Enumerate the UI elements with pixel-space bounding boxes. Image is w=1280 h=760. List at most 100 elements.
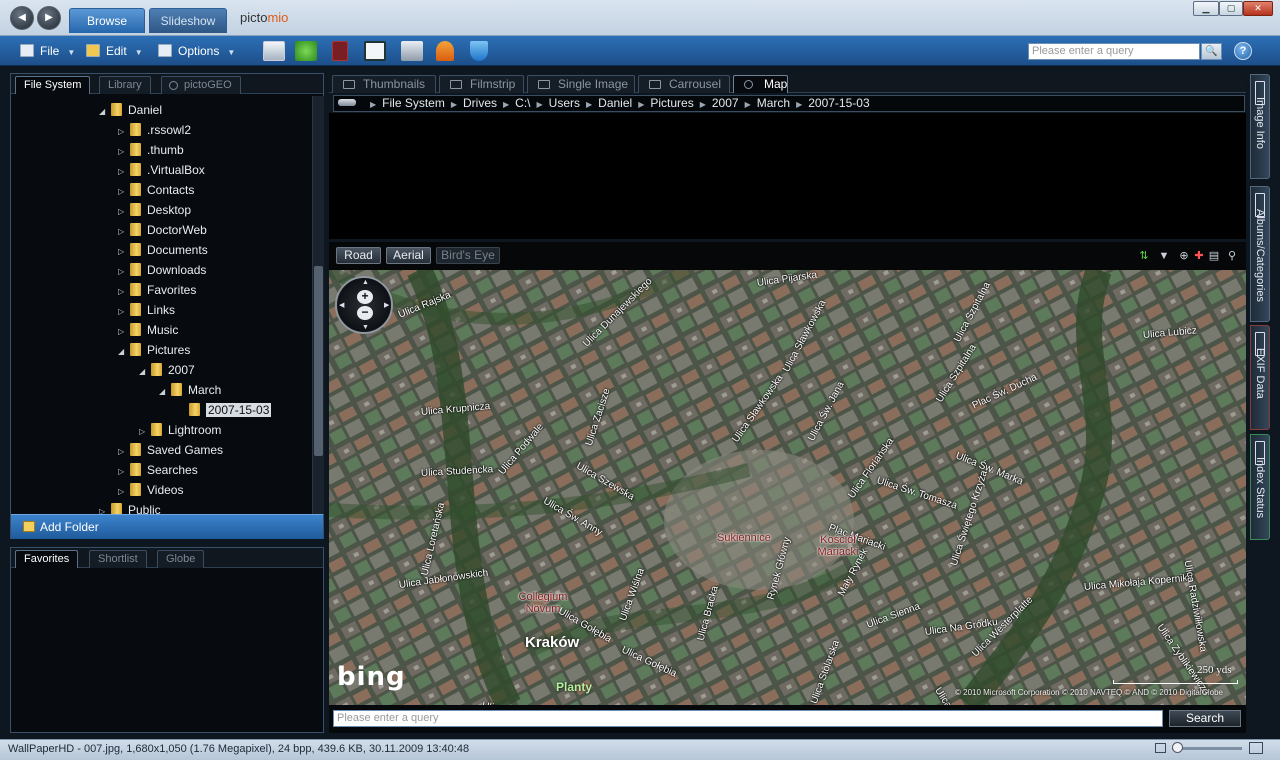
breadcrumb-item[interactable]: March bbox=[757, 96, 790, 110]
collapsed-arrow-icon[interactable]: ▷ bbox=[118, 183, 130, 201]
poi-sukiennice[interactable]: Sukiennice bbox=[717, 532, 771, 544]
slider-knob[interactable] bbox=[1172, 742, 1183, 753]
map-sync-button[interactable]: ⇅ bbox=[1138, 250, 1150, 262]
pan-left-icon[interactable]: ◀ bbox=[339, 301, 344, 309]
tree-item[interactable]: 2007-15-03 bbox=[177, 401, 272, 419]
tab-thumbnails[interactable]: Thumbnails bbox=[332, 75, 436, 93]
map-add-pin-button[interactable]: ⊕ bbox=[1178, 250, 1190, 262]
collapsed-arrow-icon[interactable]: ▷ bbox=[118, 323, 130, 341]
collapsed-arrow-icon[interactable]: ▷ bbox=[118, 123, 130, 141]
tab-browse[interactable]: Browse bbox=[69, 8, 145, 33]
forward-button[interactable]: ▶ bbox=[37, 6, 61, 30]
search-input[interactable]: Please enter a query bbox=[1028, 43, 1200, 60]
map-search-button[interactable]: Search bbox=[1169, 710, 1241, 727]
tab-filmstrip[interactable]: Filmstrip bbox=[439, 75, 524, 93]
tree-item[interactable]: ▷ .VirtualBox bbox=[118, 161, 205, 179]
tree-item[interactable]: ▷ DoctorWeb bbox=[118, 221, 207, 239]
tree-item[interactable]: ▷ .thumb bbox=[118, 141, 184, 159]
tab-shortlist[interactable]: Shortlist bbox=[89, 550, 147, 568]
tab-library[interactable]: Library bbox=[99, 76, 151, 94]
tree-item[interactable]: ▷ Contacts bbox=[118, 181, 194, 199]
collapsed-arrow-icon[interactable]: ▷ bbox=[118, 163, 130, 181]
tab-slideshow[interactable]: Slideshow bbox=[149, 8, 227, 33]
tree-item[interactable]: ◢ March bbox=[159, 381, 221, 399]
side-tab-image-info[interactable]: Image Info bbox=[1250, 74, 1270, 179]
tree-item[interactable]: ▷ Searches bbox=[118, 461, 198, 479]
collapsed-arrow-icon[interactable]: ▷ bbox=[118, 303, 130, 321]
collapsed-arrow-icon[interactable]: ▷ bbox=[118, 443, 130, 461]
tab-pictogeo[interactable]: pictoGEO bbox=[161, 76, 241, 94]
breadcrumb-item[interactable]: Users bbox=[549, 96, 580, 110]
collapsed-arrow-icon[interactable]: ▷ bbox=[139, 423, 151, 441]
tab-file-system[interactable]: File System bbox=[15, 76, 91, 94]
aerial-view-button[interactable]: Aerial bbox=[386, 247, 431, 264]
side-tab-albums[interactable]: Albums/Categories bbox=[1250, 186, 1270, 322]
tree-item[interactable]: ◢ 2007 bbox=[139, 361, 195, 379]
tab-favorites[interactable]: Favorites bbox=[15, 550, 79, 568]
fullscreen-button[interactable] bbox=[364, 41, 386, 61]
tree-item[interactable]: ▷ Favorites bbox=[118, 281, 196, 299]
maximize-button[interactable]: ▢ bbox=[1219, 1, 1243, 16]
map-layers-button[interactable]: ▤ bbox=[1208, 250, 1220, 262]
collapsed-arrow-icon[interactable]: ▷ bbox=[118, 143, 130, 161]
options-menu[interactable]: Options ▼ bbox=[158, 41, 235, 61]
small-thumbnail-icon[interactable] bbox=[1155, 743, 1166, 753]
breadcrumb-item[interactable]: Drives bbox=[463, 96, 497, 110]
tree-item[interactable]: ▷ Public bbox=[99, 501, 161, 514]
tab-single-image[interactable]: Single Image bbox=[527, 75, 635, 93]
tree-item[interactable]: ▷ Lightroom bbox=[139, 421, 221, 439]
stop-button[interactable] bbox=[332, 41, 348, 61]
road-view-button[interactable]: Road bbox=[336, 247, 381, 264]
tree-item[interactable]: ▷ Desktop bbox=[118, 201, 191, 219]
zoom-in-button[interactable]: + bbox=[357, 290, 373, 304]
breadcrumb-item[interactable]: 2007 bbox=[712, 96, 739, 110]
expanded-arrow-icon[interactable]: ◢ bbox=[159, 383, 171, 401]
expanded-arrow-icon[interactable]: ◢ bbox=[99, 103, 111, 121]
poi-collegium-novum[interactable]: Collegium Novum bbox=[515, 591, 571, 615]
tree-item[interactable]: ▷ Downloads bbox=[118, 261, 206, 279]
collapsed-arrow-icon[interactable]: ▷ bbox=[118, 483, 130, 501]
tree-item[interactable]: ▷ Saved Games bbox=[118, 441, 223, 459]
sync-button[interactable] bbox=[295, 41, 317, 61]
map-zoom-button[interactable]: ⚲ bbox=[1226, 250, 1238, 262]
collapsed-arrow-icon[interactable]: ▷ bbox=[118, 203, 130, 221]
tree-item[interactable]: ▷ .rssowl2 bbox=[118, 121, 191, 139]
collapsed-arrow-icon[interactable]: ▷ bbox=[118, 263, 130, 281]
upload-button[interactable] bbox=[436, 41, 454, 61]
pan-up-icon[interactable]: ▲ bbox=[362, 279, 369, 286]
back-button[interactable]: ◀ bbox=[10, 6, 34, 30]
large-thumbnail-icon[interactable] bbox=[1249, 742, 1263, 754]
tab-map[interactable]: Map bbox=[733, 75, 788, 93]
breadcrumb-item[interactable]: File System bbox=[382, 96, 445, 110]
collapsed-arrow-icon[interactable]: ▷ bbox=[118, 463, 130, 481]
aerial-map[interactable]: Ulica Pijarska Ulica Dunajewskiego Ulica S… bbox=[329, 270, 1246, 705]
edit-menu[interactable]: Edit ▼ bbox=[86, 41, 143, 61]
collapsed-arrow-icon[interactable]: ▷ bbox=[99, 503, 111, 514]
import-button[interactable] bbox=[263, 41, 285, 61]
breadcrumb-item[interactable]: C:\ bbox=[515, 96, 530, 110]
minimize-button[interactable]: ▁ bbox=[1193, 1, 1219, 16]
download-button[interactable] bbox=[470, 41, 488, 61]
map-search-input[interactable]: Please enter a query bbox=[333, 710, 1163, 727]
pan-down-icon[interactable]: ▼ bbox=[362, 324, 369, 331]
map-filter-button[interactable]: ▼ bbox=[1158, 250, 1170, 262]
print-button[interactable] bbox=[401, 41, 423, 61]
side-tab-index-status[interactable]: Index Status bbox=[1250, 434, 1270, 540]
tree-scrollbar[interactable] bbox=[312, 96, 324, 514]
expanded-arrow-icon[interactable]: ◢ bbox=[139, 363, 151, 381]
tree-item[interactable]: ▷ Links bbox=[118, 301, 175, 319]
search-button[interactable]: 🔍 bbox=[1201, 43, 1222, 60]
breadcrumb-item[interactable]: 2007-15-03 bbox=[808, 96, 869, 110]
collapsed-arrow-icon[interactable]: ▷ bbox=[118, 283, 130, 301]
add-folder-button[interactable]: Add Folder bbox=[11, 514, 323, 539]
breadcrumb-item[interactable]: Pictures bbox=[650, 96, 693, 110]
map-navigation-control[interactable]: ▲ ▼ ◀ ▶ + − bbox=[335, 276, 393, 334]
tree-item[interactable]: ▷ Videos bbox=[118, 481, 183, 499]
tree-item[interactable]: ▷ Music bbox=[118, 321, 178, 339]
tab-globe[interactable]: Globe bbox=[157, 550, 205, 568]
breadcrumb-item[interactable]: Daniel bbox=[598, 96, 632, 110]
map-pin-button[interactable]: ✚ bbox=[1193, 250, 1205, 262]
poi-kosciol-mariacki[interactable]: Kościół Mariacki bbox=[817, 534, 859, 558]
side-tab-exif-data[interactable]: EXIF Data bbox=[1250, 325, 1270, 430]
tree-item[interactable]: ◢ Daniel bbox=[99, 101, 162, 119]
